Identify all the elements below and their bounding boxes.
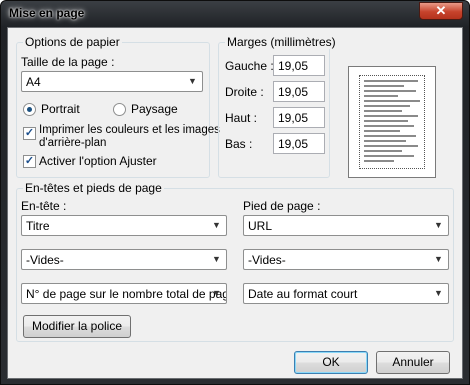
preview-line [364, 135, 416, 137]
preview-line [364, 80, 418, 82]
preview-line [364, 130, 400, 132]
preview-line [364, 100, 420, 102]
paper-options-legend: Options de papier [23, 35, 122, 49]
preview-line [364, 125, 414, 127]
chevron-down-icon: ▼ [212, 254, 221, 264]
chevron-down-icon: ▼ [434, 220, 443, 230]
margins-legend: Marges (millimètres) [225, 35, 338, 49]
chevron-down-icon: ▼ [434, 288, 443, 298]
page-size-select[interactable]: A4 ▼ [21, 71, 203, 92]
bottom-margin-input[interactable]: 19,05 [273, 133, 325, 154]
print-background-checkbox[interactable]: ✓ [23, 127, 36, 140]
preview-line [364, 145, 418, 147]
cancel-button[interactable]: Annuler [376, 351, 450, 374]
left-margin-input[interactable]: 19,05 [273, 55, 325, 76]
left-margin-label: Gauche : [225, 59, 274, 73]
preview-line [364, 90, 416, 92]
landscape-radio[interactable] [113, 103, 126, 116]
window-title: Mise en page [9, 6, 85, 20]
preview-line [364, 120, 408, 122]
header-select-1[interactable]: Titre ▼ [21, 215, 227, 236]
preview-line [364, 85, 404, 87]
header-select-3-value: N° de page sur le nombre total de pages [26, 287, 227, 301]
page-preview [348, 66, 436, 178]
headers-footers-legend: En-têtes et pieds de page [23, 181, 164, 195]
header-select-1-value: Titre [26, 219, 50, 233]
top-margin-label: Haut : [225, 111, 258, 125]
change-font-button[interactable]: Modifier la police [23, 315, 131, 338]
header-label: En-tête : [21, 199, 67, 213]
page-size-label: Taille de la page : [21, 55, 115, 69]
bottom-margin-label: Bas : [225, 137, 253, 151]
footer-select-2[interactable]: -Vides- ▼ [243, 249, 449, 270]
close-button[interactable]: ✕ [419, 2, 463, 20]
close-icon: ✕ [435, 3, 447, 18]
header-select-3[interactable]: N° de page sur le nombre total de pages … [21, 283, 227, 304]
footer-label: Pied de page : [243, 199, 321, 213]
preview-line [364, 95, 398, 97]
dialog-body: Options de papier Taille de la page : A4… [7, 27, 463, 379]
shrink-to-fit-label: Activer l'option Ajuster [39, 154, 157, 168]
preview-line [364, 140, 406, 142]
chevron-down-icon: ▼ [212, 288, 221, 298]
print-background-label: Imprimer les couleurs et les images [39, 124, 220, 136]
footer-select-3-value: Date au format court [248, 287, 358, 301]
right-margin-label: Droite : [225, 85, 264, 99]
page-size-value: A4 [26, 75, 41, 89]
title-bar: Mise en page ✕ [1, 1, 469, 27]
preview-line [364, 155, 414, 157]
preview-line [364, 115, 418, 117]
chevron-down-icon: ▼ [434, 254, 443, 264]
landscape-label: Paysage [131, 102, 178, 116]
preview-line [364, 105, 410, 107]
footer-select-1-value: URL [248, 219, 273, 233]
preview-line [364, 160, 394, 162]
print-background-label-2: d'arrière-plan [39, 137, 107, 149]
ok-button[interactable]: OK [294, 351, 368, 374]
footer-select-3[interactable]: Date au format court ▼ [243, 283, 449, 304]
margins-group: Marges (millimètres) Gauche : 19,05 Droi… [218, 35, 338, 178]
shrink-to-fit-checkbox[interactable]: ✓ [23, 155, 36, 168]
top-margin-input[interactable]: 19,05 [273, 107, 325, 128]
footer-select-1[interactable]: URL ▼ [243, 215, 449, 236]
headers-footers-group: En-têtes et pieds de page En-tête : Pied… [16, 181, 454, 342]
header-select-2[interactable]: -Vides- ▼ [21, 249, 227, 270]
chevron-down-icon: ▼ [188, 76, 197, 86]
header-select-2-value: -Vides- [26, 253, 64, 267]
page-setup-dialog: Mise en page ✕ Options de papier Taille … [0, 0, 470, 385]
right-margin-input[interactable]: 19,05 [273, 81, 325, 102]
preview-line [364, 110, 402, 112]
chevron-down-icon: ▼ [212, 220, 221, 230]
preview-margin-box [359, 75, 425, 169]
footer-select-2-value: -Vides- [248, 253, 286, 267]
portrait-label: Portrait [41, 102, 80, 116]
paper-options-group: Options de papier Taille de la page : A4… [16, 35, 220, 178]
portrait-radio[interactable] [23, 103, 36, 116]
preview-line [364, 150, 402, 152]
